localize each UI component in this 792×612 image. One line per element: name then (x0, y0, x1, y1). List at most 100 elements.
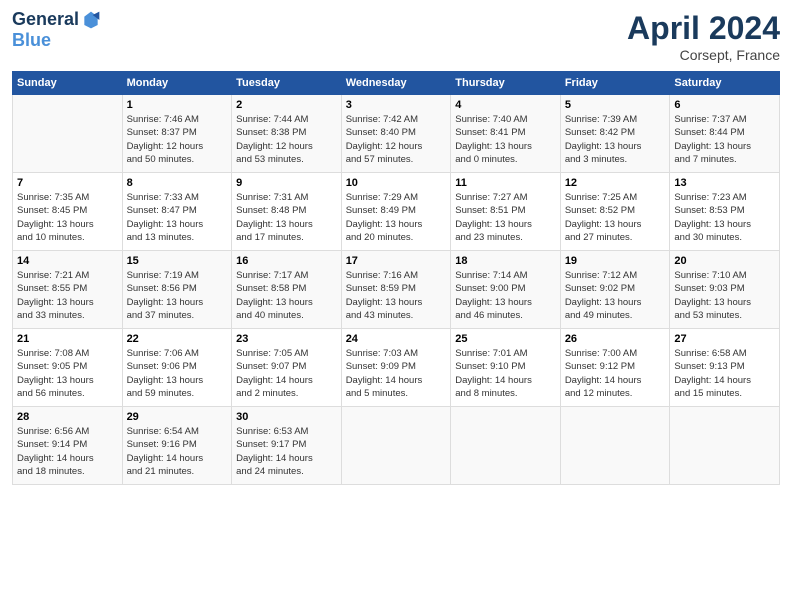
header-tuesday: Tuesday (232, 72, 342, 95)
day-number: 16 (236, 255, 337, 267)
day-info: Sunrise: 7:14 AM Sunset: 9:00 PM Dayligh… (455, 269, 556, 322)
day-info: Sunrise: 7:16 AM Sunset: 8:59 PM Dayligh… (346, 269, 447, 322)
calendar-body: 1Sunrise: 7:46 AM Sunset: 8:37 PM Daylig… (13, 95, 780, 485)
calendar-cell-4-0: 28 Sunrise: 6:56 AM Sunset: 9:14 PM Dayli… (13, 407, 123, 485)
logo-blue: Blue (12, 30, 51, 51)
calendar-table: Sunday Monday Tuesday Wednesday Thursday… (12, 71, 780, 485)
calendar-cell-0-3: 3 Sunrise: 7:42 AM Sunset: 8:40 PM Daylig… (341, 95, 451, 173)
calendar-cell-0-2: 2Sunrise: 7:44 AM Sunset: 8:38 PM Daylig… (232, 95, 342, 173)
day-number: 21 (17, 333, 118, 345)
day-info: Sunrise: 6:54 AM Sunset: 9:16 PM Dayligh… (127, 425, 228, 478)
logo: General Blue (12, 10, 103, 51)
calendar-cell-4-5 (560, 407, 670, 485)
day-info: Sunrise: 7:00 AM Sunset: 9:12 PM Dayligh… (565, 347, 666, 400)
calendar-cell-0-6: 6 Sunrise: 7:37 AM Sunset: 8:44 PM Daylig… (670, 95, 780, 173)
calendar-cell-0-0 (13, 95, 123, 173)
day-info: Sunrise: 7:01 AM Sunset: 9:10 PM Dayligh… (455, 347, 556, 400)
day-number: 25 (455, 333, 556, 345)
day-number: 4 (455, 99, 556, 111)
day-number: 8 (127, 177, 228, 189)
day-number: 9 (236, 177, 337, 189)
calendar-cell-1-3: 10 Sunrise: 7:29 AM Sunset: 8:49 PM Dayli… (341, 173, 451, 251)
day-number: 10 (346, 177, 447, 189)
day-number: 19 (565, 255, 666, 267)
calendar-cell-4-4 (451, 407, 561, 485)
calendar-cell-3-0: 21Sunrise: 7:08 AM Sunset: 9:05 PM Dayli… (13, 329, 123, 407)
day-info: Sunrise: 7:19 AM Sunset: 8:56 PM Dayligh… (127, 269, 228, 322)
calendar-cell-1-0: 7Sunrise: 7:35 AM Sunset: 8:45 PM Daylig… (13, 173, 123, 251)
day-number: 3 (346, 99, 447, 111)
day-info: Sunrise: 7:05 AM Sunset: 9:07 PM Dayligh… (236, 347, 337, 400)
calendar-week-2: 14 Sunrise: 7:21 AM Sunset: 8:55 PM Dayli… (13, 251, 780, 329)
calendar-cell-3-5: 26Sunrise: 7:00 AM Sunset: 9:12 PM Dayli… (560, 329, 670, 407)
day-info: Sunrise: 7:40 AM Sunset: 8:41 PM Dayligh… (455, 113, 556, 166)
calendar-cell-0-5: 5 Sunrise: 7:39 AM Sunset: 8:42 PM Daylig… (560, 95, 670, 173)
day-number: 11 (455, 177, 556, 189)
calendar-cell-3-2: 23 Sunrise: 7:05 AM Sunset: 9:07 PM Dayli… (232, 329, 342, 407)
day-info: Sunrise: 7:23 AM Sunset: 8:53 PM Dayligh… (674, 191, 775, 244)
day-info: Sunrise: 7:25 AM Sunset: 8:52 PM Dayligh… (565, 191, 666, 244)
day-info: Sunrise: 7:39 AM Sunset: 8:42 PM Dayligh… (565, 113, 666, 166)
calendar-cell-4-2: 30Sunrise: 6:53 AM Sunset: 9:17 PM Dayli… (232, 407, 342, 485)
calendar-cell-0-4: 4 Sunrise: 7:40 AM Sunset: 8:41 PM Daylig… (451, 95, 561, 173)
day-number: 14 (17, 255, 118, 267)
calendar-cell-1-1: 8 Sunrise: 7:33 AM Sunset: 8:47 PM Daylig… (122, 173, 232, 251)
calendar-cell-1-4: 11Sunrise: 7:27 AM Sunset: 8:51 PM Dayli… (451, 173, 561, 251)
header-thursday: Thursday (451, 72, 561, 95)
day-number: 6 (674, 99, 775, 111)
title-block: April 2024 Corsept, France (627, 10, 780, 63)
day-number: 12 (565, 177, 666, 189)
calendar-week-0: 1Sunrise: 7:46 AM Sunset: 8:37 PM Daylig… (13, 95, 780, 173)
page-header: General Blue April 2024 Corsept, France (12, 10, 780, 63)
calendar-week-3: 21Sunrise: 7:08 AM Sunset: 9:05 PM Dayli… (13, 329, 780, 407)
calendar-cell-2-2: 16 Sunrise: 7:17 AM Sunset: 8:58 PM Dayli… (232, 251, 342, 329)
calendar-header-row: Sunday Monday Tuesday Wednesday Thursday… (13, 72, 780, 95)
day-info: Sunrise: 7:33 AM Sunset: 8:47 PM Dayligh… (127, 191, 228, 244)
subtitle: Corsept, France (627, 47, 780, 63)
day-info: Sunrise: 6:58 AM Sunset: 9:13 PM Dayligh… (674, 347, 775, 400)
calendar-cell-2-0: 14 Sunrise: 7:21 AM Sunset: 8:55 PM Dayli… (13, 251, 123, 329)
calendar-cell-3-4: 25 Sunrise: 7:01 AM Sunset: 9:10 PM Dayli… (451, 329, 561, 407)
day-info: Sunrise: 7:37 AM Sunset: 8:44 PM Dayligh… (674, 113, 775, 166)
calendar-cell-4-1: 29 Sunrise: 6:54 AM Sunset: 9:16 PM Dayli… (122, 407, 232, 485)
day-number: 1 (127, 99, 228, 111)
day-number: 28 (17, 411, 118, 423)
day-number: 29 (127, 411, 228, 423)
calendar-cell-2-3: 17 Sunrise: 7:16 AM Sunset: 8:59 PM Dayli… (341, 251, 451, 329)
header-friday: Friday (560, 72, 670, 95)
day-info: Sunrise: 7:12 AM Sunset: 9:02 PM Dayligh… (565, 269, 666, 322)
day-info: Sunrise: 7:21 AM Sunset: 8:55 PM Dayligh… (17, 269, 118, 322)
header-saturday: Saturday (670, 72, 780, 95)
calendar-cell-1-2: 9 Sunrise: 7:31 AM Sunset: 8:48 PM Daylig… (232, 173, 342, 251)
main-title: April 2024 (627, 10, 780, 47)
day-number: 24 (346, 333, 447, 345)
day-number: 7 (17, 177, 118, 189)
calendar-cell-1-6: 13 Sunrise: 7:23 AM Sunset: 8:53 PM Dayli… (670, 173, 780, 251)
calendar-cell-3-1: 22 Sunrise: 7:06 AM Sunset: 9:06 PM Dayli… (122, 329, 232, 407)
day-info: Sunrise: 7:17 AM Sunset: 8:58 PM Dayligh… (236, 269, 337, 322)
day-number: 17 (346, 255, 447, 267)
day-number: 5 (565, 99, 666, 111)
calendar-cell-2-4: 18Sunrise: 7:14 AM Sunset: 9:00 PM Dayli… (451, 251, 561, 329)
day-info: Sunrise: 7:42 AM Sunset: 8:40 PM Dayligh… (346, 113, 447, 166)
day-number: 22 (127, 333, 228, 345)
day-info: Sunrise: 7:29 AM Sunset: 8:49 PM Dayligh… (346, 191, 447, 244)
calendar-week-1: 7Sunrise: 7:35 AM Sunset: 8:45 PM Daylig… (13, 173, 780, 251)
calendar-cell-2-5: 19 Sunrise: 7:12 AM Sunset: 9:02 PM Dayli… (560, 251, 670, 329)
day-info: Sunrise: 7:10 AM Sunset: 9:03 PM Dayligh… (674, 269, 775, 322)
calendar-cell-2-1: 15Sunrise: 7:19 AM Sunset: 8:56 PM Dayli… (122, 251, 232, 329)
calendar-cell-4-6 (670, 407, 780, 485)
day-info: Sunrise: 7:31 AM Sunset: 8:48 PM Dayligh… (236, 191, 337, 244)
day-number: 30 (236, 411, 337, 423)
calendar-cell-2-6: 20 Sunrise: 7:10 AM Sunset: 9:03 PM Dayli… (670, 251, 780, 329)
header-wednesday: Wednesday (341, 72, 451, 95)
day-info: Sunrise: 7:03 AM Sunset: 9:09 PM Dayligh… (346, 347, 447, 400)
day-number: 20 (674, 255, 775, 267)
day-number: 13 (674, 177, 775, 189)
calendar-cell-0-1: 1Sunrise: 7:46 AM Sunset: 8:37 PM Daylig… (122, 95, 232, 173)
day-info: Sunrise: 7:06 AM Sunset: 9:06 PM Dayligh… (127, 347, 228, 400)
logo-icon (81, 10, 101, 30)
day-number: 23 (236, 333, 337, 345)
calendar-cell-3-3: 24 Sunrise: 7:03 AM Sunset: 9:09 PM Dayli… (341, 329, 451, 407)
day-info: Sunrise: 6:56 AM Sunset: 9:14 PM Dayligh… (17, 425, 118, 478)
